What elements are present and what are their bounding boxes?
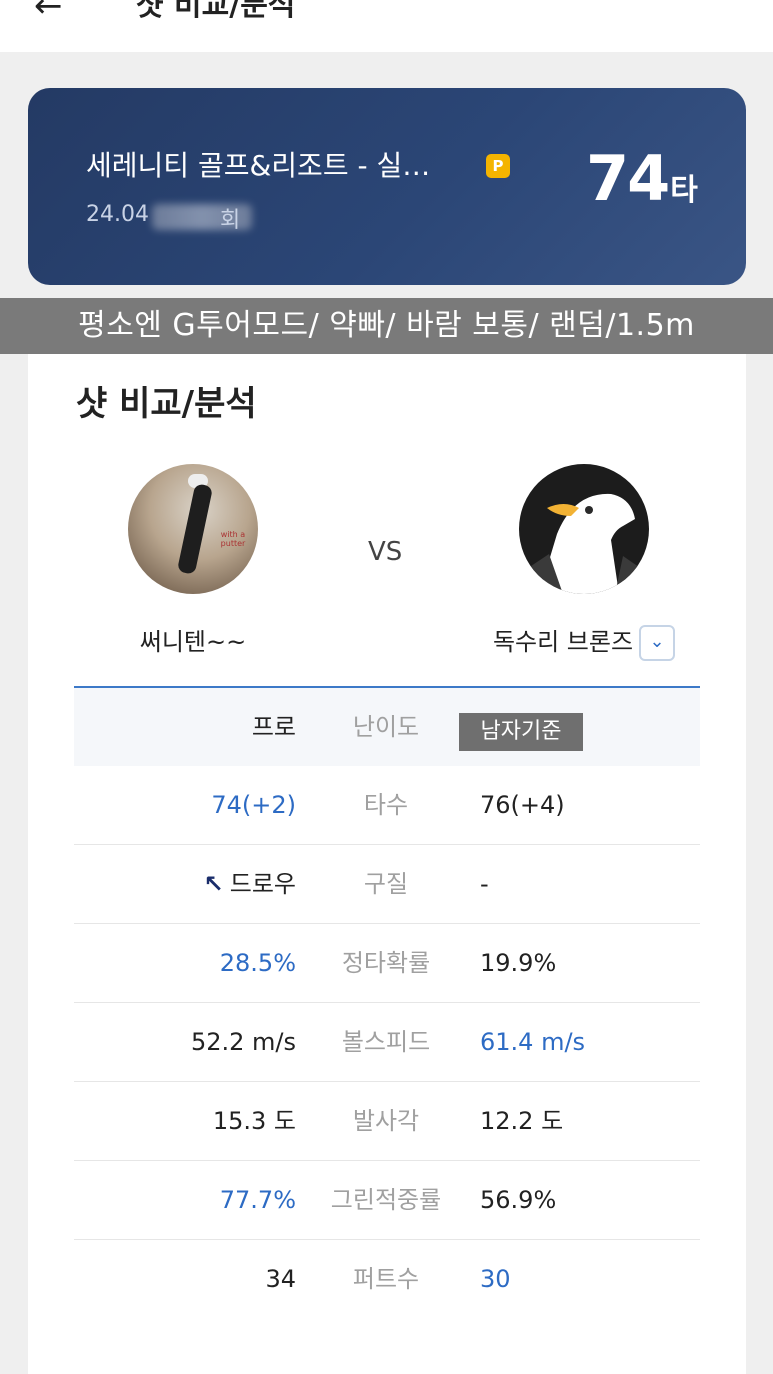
my-value: ↖ 드로우 <box>204 845 296 923</box>
round-date-suffix: 회 <box>220 208 241 233</box>
my-value: 28.5% <box>219 949 296 977</box>
my-value: 34 <box>265 1265 296 1293</box>
metric-label: 타수 <box>363 791 409 819</box>
opponent-difficulty-badge: 남자기준 <box>459 713 583 751</box>
back-button[interactable]: ← <box>34 0 82 30</box>
settings-caption: 평소엔 G투어모드/ 약빠/ 바람 보통/ 랜덤/1.5m <box>0 298 773 354</box>
table-row: ↖ 드로우 구질 - <box>74 845 700 924</box>
opponent-value: - <box>480 870 489 898</box>
vs-label: VS <box>368 537 403 567</box>
my-value: 77.7% <box>219 1186 296 1214</box>
my-difficulty: 프로 <box>251 713 296 741</box>
opponent-value: 56.9% <box>480 1186 557 1214</box>
metric-label: 그린적중률 <box>330 1186 442 1214</box>
opponent-value: 61.4 m/s <box>480 1028 586 1056</box>
opponent-selector[interactable]: 독수리 브론즈 ⌄ <box>484 622 684 661</box>
opponent-nickname: 독수리 브론즈 <box>492 628 634 656</box>
table-row: 52.2 m/s 볼스피드 61.4 m/s <box>74 1003 700 1082</box>
table-row: 77.7% 그린적중률 56.9% <box>74 1161 700 1240</box>
metric-label: 정타확률 <box>341 949 431 977</box>
header-label: 난이도 <box>352 713 420 741</box>
chevron-down-icon[interactable]: ⌄ <box>639 625 676 661</box>
table-row: 28.5% 정타확률 19.9% <box>74 924 700 1003</box>
player-opponent: 독수리 브론즈 ⌄ <box>484 464 684 661</box>
metric-label: 구질 <box>363 870 409 898</box>
opponent-value: 12.2 도 <box>480 1107 564 1135</box>
score-unit: 타 <box>670 173 698 208</box>
total-score: 74타 <box>586 142 698 215</box>
opponent-value: 76(+4) <box>480 791 565 819</box>
player-nickname: 써니텐~~ <box>139 628 247 656</box>
opponent-value: 30 <box>480 1265 511 1293</box>
my-value: 15.3 도 <box>212 1107 296 1135</box>
arrow-left-icon: ← <box>34 0 63 26</box>
section-title: 샷 비교/분석 <box>76 384 257 424</box>
my-value-text: 드로우 <box>229 870 296 898</box>
table-row: 74(+2) 타수 76(+4) <box>74 766 700 845</box>
my-value: 52.2 m/s <box>190 1028 296 1056</box>
my-value: 74(+2) <box>211 791 296 819</box>
course-name: 세레니티 골프&리조트 - 실… <box>86 149 431 182</box>
golfer-photo-avatar: with a putter <box>128 464 258 594</box>
round-summary-card[interactable]: 세레니티 골프&리조트 - 실… P 24.04 회 74타 <box>28 88 746 285</box>
top-app-bar: ← 샷 비교/분석 <box>0 0 773 52</box>
page-title: 샷 비교/분석 <box>136 0 296 23</box>
opponent-value: 19.9% <box>480 949 557 977</box>
round-date: 24.04 <box>86 202 149 227</box>
metric-label: 볼스피드 <box>341 1028 431 1056</box>
metric-label: 퍼트수 <box>352 1265 420 1293</box>
player-me: with a putter 써니텐~~ <box>128 464 258 657</box>
table-header: 프로 난이도 남자기준 <box>74 688 700 766</box>
metric-label: 발사각 <box>352 1107 420 1135</box>
p-badge: P <box>486 154 510 178</box>
comparison-table: 프로 난이도 남자기준 74(+2) 타수 76(+4) ↖ 드로우 구질 - 2… <box>74 686 700 1318</box>
table-row: 34 퍼트수 30 <box>74 1240 700 1318</box>
shot-compare-panel: 샷 비교/분석 with a putter 써니텐~~ VS 독수리 브론즈 ⌄ … <box>28 354 746 1374</box>
arrow-up-left-icon: ↖ <box>203 870 224 898</box>
table-row: 15.3 도 발사각 12.2 도 <box>74 1082 700 1161</box>
score-value: 74 <box>586 142 670 215</box>
eagle-avatar <box>519 464 649 594</box>
